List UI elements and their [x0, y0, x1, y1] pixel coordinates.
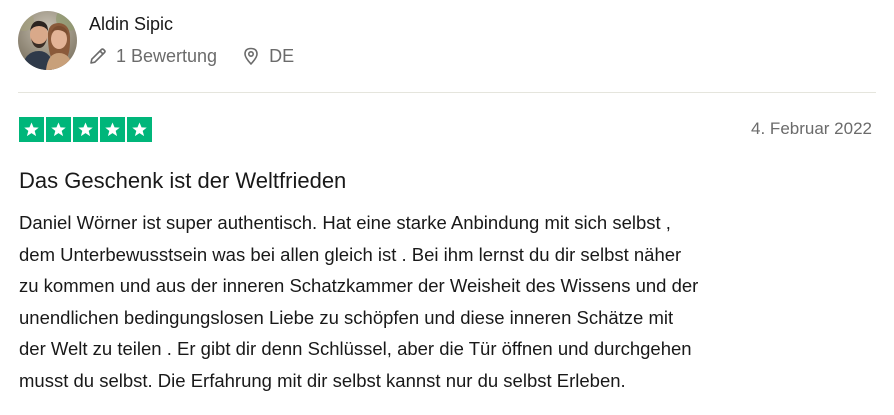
avatar-photo — [18, 11, 77, 70]
pencil-icon — [88, 46, 108, 66]
review-body-line: dem Unterbewusstsein was bei allen gleic… — [19, 243, 682, 265]
star-icon — [46, 117, 71, 142]
star-rating — [19, 117, 152, 142]
divider — [18, 92, 876, 93]
review-body: Daniel Wörner ist super authentisch. Hat… — [19, 207, 884, 396]
review-body-line: musst du selbst. Die Erfahrung mit dir s… — [19, 369, 626, 391]
review-date: 4. Februar 2022 — [751, 119, 872, 138]
review-count-label: 1 Bewertung — [116, 45, 218, 66]
avatar[interactable] — [18, 11, 77, 70]
review-card: Aldin Sipic 1 Bewertung DE 4. Februar 20… — [0, 0, 894, 415]
location-pin-icon — [241, 46, 261, 66]
star-icon — [73, 117, 98, 142]
review-body-line: unendlichen bedingungslosen Liebe zu sch… — [19, 306, 674, 328]
country-label: DE — [269, 45, 295, 66]
star-icon — [100, 117, 125, 142]
review-count: 1 Bewertung — [88, 46, 217, 67]
star-icon — [19, 117, 44, 142]
star-icon — [127, 117, 152, 142]
reviewer-name[interactable]: Aldin Sipic — [89, 13, 173, 35]
review-title[interactable]: Das Geschenk ist der Weltfrieden — [19, 168, 346, 194]
reviewer-country: DE — [241, 46, 294, 67]
review-body-line: Daniel Wörner ist super authentisch. Hat… — [19, 212, 671, 233]
review-body-line: der Welt zu teilen . Er gibt dir denn Sc… — [19, 338, 692, 359]
review-body-line: zu kommen und aus der inneren Schatzkamm… — [19, 275, 699, 296]
reviewer-meta: 1 Bewertung DE — [88, 44, 294, 68]
